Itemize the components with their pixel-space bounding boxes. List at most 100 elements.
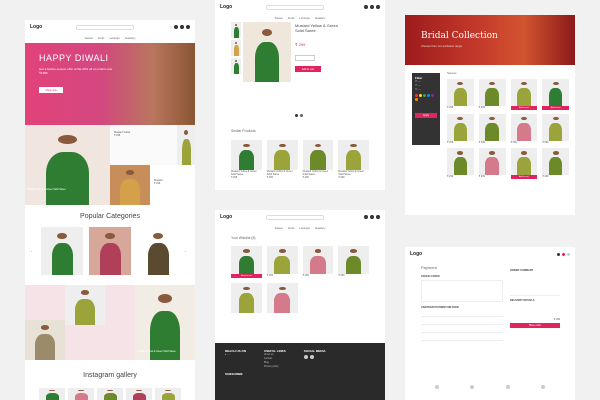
carousel-prev[interactable]: ‹ xyxy=(31,250,32,253)
bridal-product-image[interactable] xyxy=(542,79,569,106)
cart-icon[interactable] xyxy=(186,25,190,29)
category-kurtis[interactable] xyxy=(89,227,131,275)
cart-icon[interactable] xyxy=(376,215,380,219)
bridal-product-image[interactable] xyxy=(542,114,569,141)
bridal-product[interactable]: ₹ 299 xyxy=(478,148,506,179)
promo-image-2[interactable] xyxy=(110,165,150,205)
nav-item[interactable]: Sarees xyxy=(275,227,283,230)
nav-item[interactable]: Kurtis xyxy=(288,17,295,20)
bridal-add-button[interactable]: Add to cart xyxy=(510,175,538,180)
search-input[interactable] xyxy=(76,24,135,30)
similar-product-card[interactable]: Mustard Yellow & Green Solid Saree ₹ 299 xyxy=(338,140,369,180)
heart-icon[interactable] xyxy=(370,5,374,9)
bridal-product-image[interactable] xyxy=(510,114,538,141)
feature-image[interactable] xyxy=(25,125,110,205)
product-main-image[interactable] xyxy=(243,22,291,82)
saved-card-option[interactable] xyxy=(421,280,503,302)
user-icon[interactable] xyxy=(364,5,368,9)
size-selector[interactable] xyxy=(295,55,315,61)
bridal-product[interactable]: ₹ 299 xyxy=(510,114,538,144)
bridal-product-image[interactable] xyxy=(510,148,538,176)
similar-product-card[interactable]: Mustard Yellow & Green Solid Saree ₹ 299 xyxy=(302,140,334,180)
logo[interactable]: Logo xyxy=(410,251,422,257)
nav-item[interactable]: Sarees xyxy=(275,17,283,20)
logo[interactable]: Logo xyxy=(220,4,232,10)
instagram-photo[interactable] xyxy=(68,388,94,400)
payment-method-option[interactable] xyxy=(421,309,503,317)
nav-item[interactable]: Lehenga xyxy=(299,227,309,230)
filter-apply-button[interactable]: Apply xyxy=(415,113,437,118)
bridal-product[interactable]: ₹ 299 xyxy=(447,79,474,110)
similar-product-image[interactable] xyxy=(231,140,262,170)
nav-item[interactable]: Kurtis xyxy=(98,37,105,40)
user-icon[interactable] xyxy=(364,215,368,219)
nav-item[interactable]: Jewellery xyxy=(315,227,326,230)
logo[interactable]: Logo xyxy=(220,214,232,220)
payment-method-option[interactable] xyxy=(421,317,503,325)
payment-method-option[interactable] xyxy=(421,333,503,341)
cart-icon[interactable] xyxy=(376,5,380,9)
category-sarees[interactable] xyxy=(41,227,83,275)
promo2-image-mid[interactable] xyxy=(65,285,105,325)
wishlist-item[interactable]: ₹ 299 xyxy=(302,246,334,278)
payment-method-option[interactable] xyxy=(421,325,503,333)
nav-item[interactable]: Lehenga xyxy=(109,37,119,40)
promo-image[interactable] xyxy=(177,125,195,165)
wishlist-image[interactable] xyxy=(338,246,369,274)
wishlist-image[interactable] xyxy=(231,246,262,274)
nav-item[interactable]: Jewellery xyxy=(315,17,326,20)
category-accessories[interactable] xyxy=(137,227,179,275)
wishlist-item[interactable]: ₹ 299 xyxy=(338,246,369,278)
bridal-product[interactable]: ₹ 299 xyxy=(542,114,569,144)
color-swatch[interactable] xyxy=(419,94,422,97)
product-thumbnail[interactable] xyxy=(231,40,241,56)
wishlist-item[interactable]: Move to cart xyxy=(231,246,262,278)
bridal-product[interactable]: ₹ 299 xyxy=(542,148,569,179)
instagram-photo[interactable] xyxy=(39,388,65,400)
bridal-product-image[interactable] xyxy=(447,79,474,106)
bag-icon[interactable]: ▢ xyxy=(170,26,172,29)
facebook-icon[interactable] xyxy=(303,355,308,359)
promo2-image-main[interactable] xyxy=(135,285,195,360)
nav-item[interactable]: Sarees xyxy=(85,37,93,40)
similar-product-card[interactable]: Mustard Yellow & Green Solid Saree ₹ 299 xyxy=(266,140,298,180)
search-input[interactable] xyxy=(266,4,325,10)
bridal-product[interactable]: Add to cart xyxy=(510,148,538,180)
similar-product-card[interactable]: Mustard Yellow & Green Solid Saree ₹ 299 xyxy=(231,140,262,180)
promo2-image-left[interactable] xyxy=(25,320,65,360)
bridal-product[interactable]: ₹ 299 xyxy=(478,114,506,144)
color-swatch[interactable] xyxy=(415,94,418,97)
product-thumbnail[interactable] xyxy=(231,22,241,38)
nav-item[interactable]: Lehenga xyxy=(299,17,309,20)
color-swatch[interactable] xyxy=(431,94,434,97)
bridal-product-image[interactable] xyxy=(542,148,569,176)
wishlist-image[interactable] xyxy=(231,283,262,313)
wishlist-item[interactable] xyxy=(231,283,262,313)
place-order-button[interactable]: Place order xyxy=(510,323,560,329)
user-icon[interactable] xyxy=(174,25,178,29)
wishlist-image[interactable] xyxy=(266,283,298,313)
bridal-product-image[interactable] xyxy=(478,79,506,106)
bridal-product[interactable]: ₹ 299 xyxy=(478,79,506,110)
bridal-product-image[interactable] xyxy=(447,114,474,141)
instagram-icon[interactable] xyxy=(309,355,314,359)
bridal-add-button[interactable]: Add to cart xyxy=(542,106,569,110)
color-swatch[interactable] xyxy=(427,94,430,97)
bridal-product[interactable]: ₹ 299 xyxy=(447,148,474,179)
wishlist-image[interactable] xyxy=(302,246,334,274)
bridal-product[interactable]: ₹ 299 xyxy=(447,114,474,144)
nav-item[interactable]: Jewellery xyxy=(125,37,136,40)
similar-product-image[interactable] xyxy=(266,140,298,170)
footer-link[interactable]: Privacy policy xyxy=(264,365,286,369)
product-thumbnail[interactable] xyxy=(231,58,241,74)
color-swatch[interactable] xyxy=(415,98,418,101)
nav-item[interactable]: Kurtis xyxy=(288,227,295,230)
instagram-photo[interactable] xyxy=(126,388,152,400)
wishlist-item[interactable] xyxy=(266,283,298,313)
carousel-next[interactable]: › xyxy=(185,250,186,253)
color-swatch[interactable] xyxy=(300,114,303,117)
bridal-product-image[interactable] xyxy=(478,148,506,176)
bridal-product-image[interactable] xyxy=(478,114,506,141)
color-swatch[interactable] xyxy=(423,94,426,97)
logo[interactable]: Logo xyxy=(30,24,42,30)
